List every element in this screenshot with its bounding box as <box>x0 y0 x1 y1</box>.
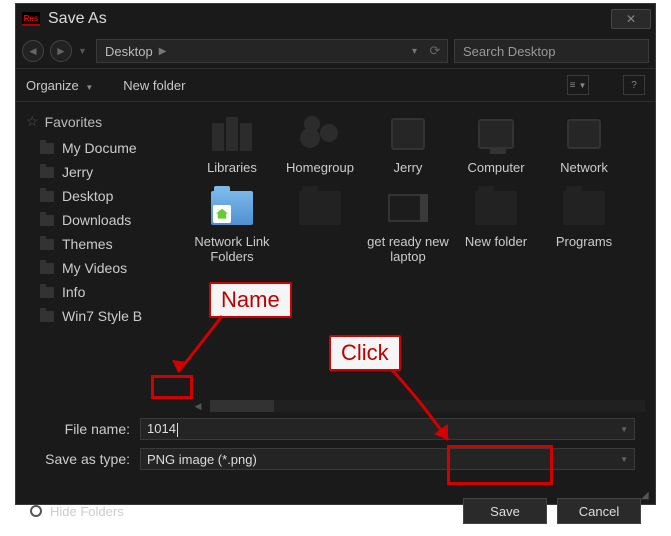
folder-icon <box>40 287 54 298</box>
sidebar-item-my-documents[interactable]: My Docume <box>26 136 184 160</box>
network-icon <box>560 112 608 156</box>
file-item-libraries[interactable]: Libraries <box>188 108 276 182</box>
sidebar-item-jerry[interactable]: Jerry <box>26 160 184 184</box>
favorites-header[interactable]: ☆ Favorites <box>26 110 184 136</box>
computer-icon <box>472 112 520 156</box>
chevron-down-icon[interactable]: ▼ <box>620 425 634 434</box>
radio-icon <box>30 505 42 517</box>
chevron-down-icon[interactable]: ▼ <box>620 455 634 464</box>
organize-menu[interactable]: Organize ▼ <box>26 78 93 93</box>
sidebar-item-info[interactable]: Info <box>26 280 184 304</box>
search-input[interactable]: Search Desktop <box>454 39 649 63</box>
hide-folders-toggle[interactable]: Hide Folders <box>30 504 124 519</box>
folder-icon <box>296 186 344 230</box>
titlebar: Res Save As ✕ <box>16 4 655 34</box>
folder-icon <box>40 239 54 250</box>
sidebar-item-my-videos[interactable]: My Videos <box>26 256 184 280</box>
folder-icon <box>40 167 54 178</box>
bluefolder-icon <box>208 186 256 230</box>
sidebar: ☆ Favorites My Docume Jerry Desktop Down… <box>16 102 184 398</box>
cancel-button[interactable]: Cancel <box>557 498 641 524</box>
file-item-computer[interactable]: Computer <box>452 108 540 182</box>
back-button[interactable]: ◄ <box>22 40 44 62</box>
sidebar-item-themes[interactable]: Themes <box>26 232 184 256</box>
file-item-jerry[interactable]: Jerry <box>364 108 452 182</box>
scroll-track[interactable] <box>210 400 645 412</box>
savetype-label: Save as type: <box>22 451 140 467</box>
nav-bar: ◄ ► ▼ Desktop ▶ ▾ ⟳ Search Desktop <box>16 34 655 68</box>
save-as-dialog: Res Save As ✕ ◄ ► ▼ Desktop ▶ ▾ ⟳ Search… <box>15 3 656 505</box>
sidebar-item-desktop[interactable]: Desktop <box>26 184 184 208</box>
star-icon: ☆ <box>26 113 39 130</box>
nav-history-dropdown[interactable]: ▼ <box>78 44 90 58</box>
resize-grip-icon[interactable]: ◢ <box>641 490 651 500</box>
new-folder-button[interactable]: New folder <box>123 78 185 93</box>
folder-icon <box>40 191 54 202</box>
refresh-icon[interactable]: ⟳ <box>423 43 447 59</box>
scroll-left-icon[interactable]: ◀ <box>191 400 205 412</box>
sidebar-item-win7[interactable]: Win7 Style B <box>26 304 184 328</box>
filename-label: File name: <box>22 421 140 437</box>
folder-icon <box>472 186 520 230</box>
file-item-network[interactable]: Network <box>540 108 628 182</box>
laptop-icon <box>384 186 432 230</box>
breadcrumb-dropdown-icon[interactable]: ▾ <box>412 46 417 57</box>
folder-icon <box>40 215 54 226</box>
file-list[interactable]: Libraries Homegroup Jerry Computer Netwo… <box>184 102 655 398</box>
breadcrumb[interactable]: Desktop ▶ ▾ ⟳ <box>96 39 448 63</box>
window-title: Save As <box>48 10 611 28</box>
toolbar: Organize ▼ New folder ≡ ▼ ? <box>16 68 655 102</box>
file-item-homegroup[interactable]: Homegroup <box>276 108 364 182</box>
file-item-new-folder[interactable]: New folder <box>452 182 540 271</box>
file-item-programs[interactable]: Programs <box>540 182 628 271</box>
user-icon <box>384 112 432 156</box>
savetype-select[interactable]: PNG image (*.png) ▼ <box>140 448 635 470</box>
horizontal-scrollbar[interactable]: ◀ <box>16 398 655 414</box>
breadcrumb-location[interactable]: Desktop <box>105 44 153 59</box>
chevron-down-icon: ▼ <box>85 83 93 92</box>
folder-icon <box>40 263 54 274</box>
view-options-button[interactable]: ≡ ▼ <box>567 75 589 95</box>
libraries-icon <box>208 112 256 156</box>
homegroup-icon <box>296 112 344 156</box>
folder-icon <box>40 311 54 322</box>
file-item-folder-1[interactable] <box>276 182 364 271</box>
save-button[interactable]: Save <box>463 498 547 524</box>
filename-input[interactable]: 1014 ▼ <box>140 418 635 440</box>
folder-icon <box>40 143 54 154</box>
file-item-network-link-folders[interactable]: Network Link Folders <box>188 182 276 271</box>
file-item-get-ready-new-laptop[interactable]: get ready new laptop <box>364 182 452 271</box>
search-placeholder: Search Desktop <box>463 44 556 59</box>
sidebar-item-downloads[interactable]: Downloads <box>26 208 184 232</box>
close-button[interactable]: ✕ <box>611 9 651 29</box>
app-icon: Res <box>22 12 40 26</box>
forward-button[interactable]: ► <box>50 40 72 62</box>
folder-icon <box>560 186 608 230</box>
help-button[interactable]: ? <box>623 75 645 95</box>
dialog-footer: Hide Folders Save Cancel <box>16 486 655 536</box>
breadcrumb-sep-icon: ▶ <box>159 46 167 57</box>
text-cursor <box>177 423 178 437</box>
scroll-thumb[interactable] <box>210 400 274 412</box>
